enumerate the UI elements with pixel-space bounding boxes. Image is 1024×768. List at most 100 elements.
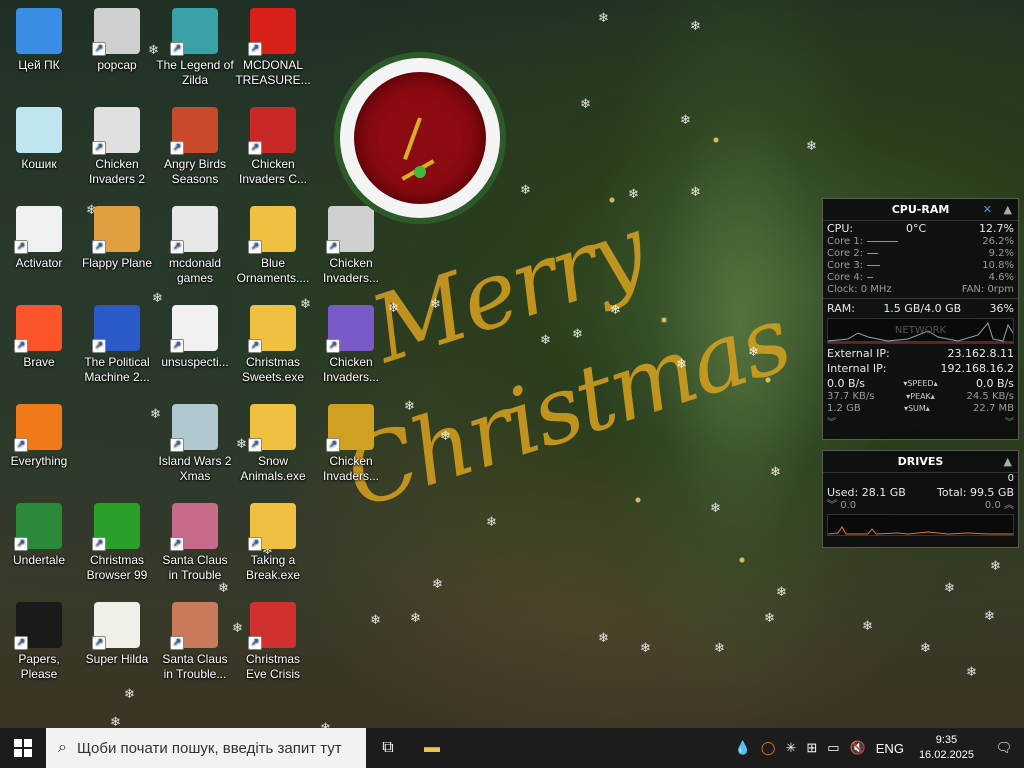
settings-icon[interactable]: ✕ bbox=[983, 199, 992, 221]
desktop-icon[interactable]: ↗ Brave bbox=[0, 301, 78, 397]
desktop-icon[interactable]: ↗ Christmas Eve Crisis bbox=[234, 598, 312, 694]
desktop-icon[interactable]: ↗ Christmas Browser 99 bbox=[78, 499, 156, 595]
game-icon: ↗ bbox=[92, 602, 140, 650]
collapse-icon[interactable]: ▲ bbox=[1004, 451, 1012, 473]
cpu-ram-expander[interactable]: ︾ ︾ bbox=[823, 415, 1018, 428]
snowflake-icon: ❄ bbox=[598, 10, 609, 25]
desktop-icon-label: Island Wars 2 Xmas bbox=[158, 454, 232, 483]
network-icon[interactable]: ⊞ bbox=[801, 740, 822, 756]
core-list: Core 1: 26.2% Core 2: 9.2% Core 3: 10.8% Core … bbox=[823, 236, 1018, 284]
shortcut-arrow-icon: ↗ bbox=[92, 636, 106, 650]
desktop-icon[interactable]: ↗ The Legend of Zilda bbox=[156, 4, 234, 100]
droplet-icon[interactable]: 💧 bbox=[730, 740, 756, 756]
search-box[interactable]: ⌕ Щоби почати пошук, введіть запит тут bbox=[46, 728, 366, 768]
drives-title-bar[interactable]: DRIVES ▲ bbox=[823, 451, 1018, 473]
core-load-bar bbox=[867, 276, 874, 278]
desktop-icon[interactable]: ↗ Activator bbox=[0, 202, 78, 298]
cpu-ram-title-bar[interactable]: CPU-RAM ✕ ▲ bbox=[823, 199, 1018, 221]
system-tray: 💧 ◯ ✳ ⊞ ▭ 🔇 ENG 9:35 16.02.2025 🗨 bbox=[730, 728, 1024, 768]
exe-icon: ↗ bbox=[248, 503, 296, 551]
task-view-icon: ⧉ bbox=[382, 739, 394, 756]
snowflake-icon: ❄ bbox=[404, 398, 415, 413]
taskbar-clock[interactable]: 9:35 16.02.2025 bbox=[909, 733, 984, 763]
desktop-icon[interactable]: ↗ Undertale bbox=[0, 499, 78, 595]
clock-gadget[interactable] bbox=[330, 48, 510, 228]
sum-label: ▾SUM▴ bbox=[903, 404, 930, 413]
everything-tray-icon[interactable]: ◯ bbox=[756, 740, 781, 756]
drives-gadget[interactable]: DRIVES ▲ 0 Used: 28.1 GB Total: 99.5 GB … bbox=[822, 450, 1019, 548]
snowflake-icon: ❄ bbox=[680, 112, 691, 127]
collapse-icon[interactable]: ▲ bbox=[1004, 199, 1012, 221]
desktop-icon-label: The Political Machine 2... bbox=[84, 355, 150, 384]
desktop-icon[interactable]: ↗ Taking a Break.exe bbox=[234, 499, 312, 595]
start-button[interactable] bbox=[0, 728, 46, 768]
desktop-icon[interactable]: ↗ Everything bbox=[0, 400, 78, 496]
desktop-icon[interactable]: Кошик bbox=[0, 103, 78, 199]
core-label: Core 4: bbox=[827, 272, 874, 284]
file-icon: ↗ bbox=[170, 305, 218, 353]
shortcut-arrow-icon: ↗ bbox=[92, 240, 106, 254]
desktop-icon[interactable]: ↗ Santa Claus in Trouble bbox=[156, 499, 234, 595]
desktop-icon[interactable]: ↗ popcap bbox=[78, 4, 156, 100]
game-icon: ↗ bbox=[170, 8, 218, 56]
desktop-icon-label: Activator bbox=[15, 256, 63, 270]
peak-label: ▾PEAK▴ bbox=[906, 392, 935, 401]
desktop-icon[interactable]: ↗ MCDONAL TREASURE... bbox=[234, 4, 312, 100]
desktop-icon-label: MCDONAL TREASURE... bbox=[235, 58, 311, 87]
snowflake-icon: ❄ bbox=[486, 514, 497, 529]
desktop-icon-label: Chicken Invaders... bbox=[322, 355, 380, 384]
snowflake-icon: ❄ bbox=[690, 18, 701, 33]
core-label: Core 1: bbox=[827, 236, 899, 248]
desktop-icon[interactable]: ↗ Chicken Invaders C... bbox=[234, 103, 312, 199]
desktop-icon[interactable]: ↗ Snow Animals.exe bbox=[234, 400, 312, 496]
desktop-icon[interactable]: ↗ The Political Machine 2... bbox=[78, 301, 156, 397]
shortcut-arrow-icon: ↗ bbox=[248, 339, 262, 353]
file-explorer-button[interactable]: ▬ bbox=[410, 728, 454, 768]
battery-icon[interactable]: ▭ bbox=[822, 740, 844, 756]
desktop-icon[interactable]: ↗ Santa Claus in Trouble... A... bbox=[156, 598, 234, 694]
desktop-icon[interactable]: ↗ Flappy Plane bbox=[78, 202, 156, 298]
divider bbox=[823, 298, 1018, 299]
external-ip-label: External IP: bbox=[827, 347, 890, 360]
peak-down: 37.7 KB/s bbox=[827, 391, 875, 402]
snowflake-icon: ❄ bbox=[748, 344, 759, 359]
task-view-button[interactable]: ⧉ bbox=[366, 728, 410, 768]
volume-muted-icon[interactable]: 🔇 bbox=[845, 740, 871, 756]
shortcut-arrow-icon: ↗ bbox=[326, 240, 340, 254]
snowflake-icon: ❄ bbox=[990, 558, 1001, 573]
mcdonalds-icon: ↗ bbox=[248, 8, 296, 56]
desktop-icon[interactable]: ↗ Super Hilda bbox=[78, 598, 156, 694]
shortcut-arrow-icon: ↗ bbox=[326, 339, 340, 353]
desktop-icon[interactable]: ↗ mcdonald games bbox=[156, 202, 234, 298]
snowflake-icon: ❄ bbox=[944, 580, 955, 595]
desktop-icon[interactable]: ↗ Chicken Invaders 2 bbox=[78, 103, 156, 199]
desktop-icon[interactable]: ↗ Chicken Invaders... bbox=[312, 400, 390, 496]
desktop-icon[interactable]: ↗ Blue Ornaments.... bbox=[234, 202, 312, 298]
drives-title: DRIVES bbox=[897, 455, 944, 468]
language-indicator[interactable]: ENG bbox=[871, 741, 909, 756]
desktop-icon-label: popcap bbox=[97, 58, 137, 72]
snowflake-tray-icon[interactable]: ✳ bbox=[780, 740, 801, 756]
computer-icon bbox=[16, 8, 62, 54]
political-icon: ↗ bbox=[92, 305, 140, 353]
cpu-clock: Clock: 0 MHz bbox=[827, 284, 892, 295]
ram-percent: 36% bbox=[989, 302, 1014, 315]
shortcut-arrow-icon: ↗ bbox=[170, 537, 184, 551]
cpu-ram-gadget[interactable]: CPU-RAM ✕ ▲ CPU: 0°C 12.7% Core 1: 26.2% C… bbox=[822, 198, 1019, 440]
desktop-icon[interactable]: ↗ Chicken Invaders... bbox=[312, 301, 390, 397]
desktop-icon-label: Everything bbox=[10, 454, 68, 468]
desktop-icon[interactable]: Цей ПК bbox=[0, 4, 78, 100]
desktop-icon[interactable]: ↗ unsuspecti... bbox=[156, 301, 234, 397]
desktop-icon-label: unsuspecti... bbox=[161, 355, 229, 369]
exe-icon: ↗ bbox=[248, 206, 296, 254]
desktop-icon[interactable]: ↗ Island Wars 2 Xmas bbox=[156, 400, 234, 496]
desktop-icon[interactable]: ↗ Christmas Sweets.exe bbox=[234, 301, 312, 397]
snowflake-icon: ❄ bbox=[370, 612, 381, 627]
desktop-icon-label: Chicken Invaders... bbox=[322, 454, 380, 483]
shortcut-arrow-icon: ↗ bbox=[14, 339, 28, 353]
desktop-icon[interactable]: ↗ Angry Birds Seasons bbox=[156, 103, 234, 199]
notification-center-button[interactable]: 🗨 bbox=[984, 739, 1024, 757]
desktop-icon[interactable]: ↗ Papers, Please bbox=[0, 598, 78, 694]
snowflake-icon: ❄ bbox=[572, 326, 583, 341]
snowflake-icon: ❄ bbox=[640, 640, 651, 655]
